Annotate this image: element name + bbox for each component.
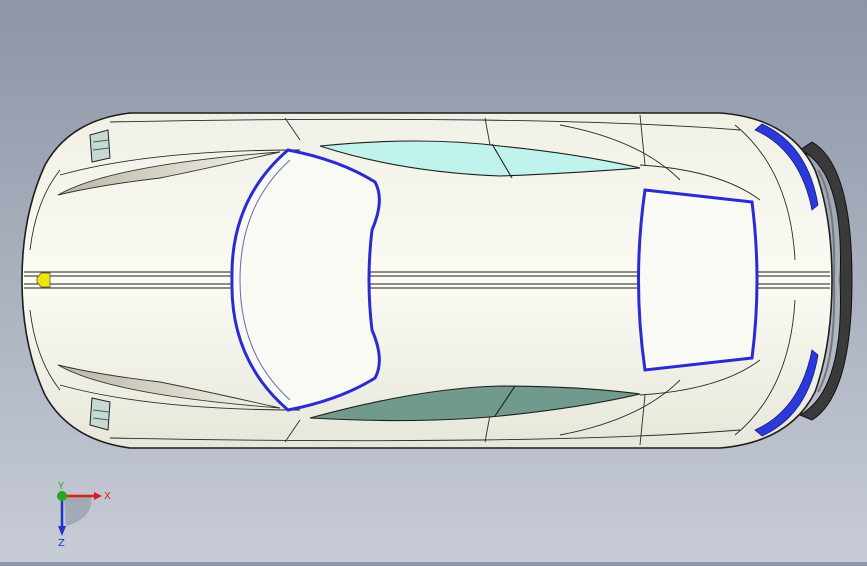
x-axis-label: X — [104, 491, 111, 502]
windshield — [230, 148, 381, 412]
hood-emblem-icon — [36, 272, 51, 288]
triad-shadow — [64, 496, 92, 526]
3d-viewport[interactable]: X Y Z — [0, 0, 867, 562]
coordinate-triad[interactable]: X Y Z — [46, 478, 116, 548]
y-axis-label: Y — [57, 481, 65, 492]
headlight-top — [89, 129, 111, 163]
car-model[interactable] — [0, 0, 867, 562]
rear-window — [637, 188, 759, 372]
z-axis-arrowhead — [58, 526, 66, 536]
y-axis-point — [57, 491, 67, 501]
headlight-bottom — [89, 397, 111, 431]
x-axis-arrowhead — [94, 492, 102, 500]
z-axis-label: Z — [58, 538, 65, 548]
